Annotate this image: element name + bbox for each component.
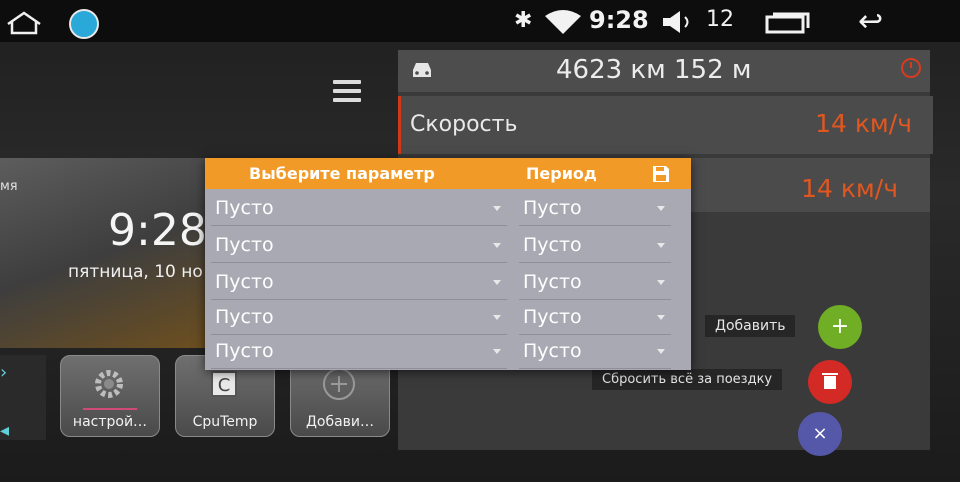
- period-select-value: Пусто: [523, 271, 582, 293]
- parameter-select[interactable]: Пусто: [211, 338, 507, 369]
- speed-value-2: 14 км/ч: [801, 174, 898, 203]
- period-select[interactable]: Пусто: [519, 269, 671, 300]
- period-select-value: Пусто: [523, 340, 582, 362]
- home-icon[interactable]: [4, 10, 44, 36]
- parameter-select-value: Пусто: [215, 234, 274, 256]
- dropdown-caret-icon: [493, 315, 501, 320]
- dropdown-caret-icon: [657, 280, 665, 285]
- parameter-select-value: Пусто: [215, 306, 274, 328]
- dropdown-caret-icon: [493, 243, 501, 248]
- dialog-row: Пусто Пусто: [205, 304, 691, 340]
- app-icon[interactable]: [69, 9, 99, 39]
- period-select[interactable]: Пусто: [519, 232, 671, 263]
- bluetooth-icon: ✱: [514, 8, 533, 33]
- dialog-row: Пусто Пусто: [205, 232, 691, 268]
- app-tile-label: CpuTemp: [192, 414, 258, 430]
- parameter-select-value: Пусто: [215, 271, 274, 293]
- dropdown-caret-icon: [493, 206, 501, 211]
- add-button[interactable]: +: [818, 305, 862, 349]
- select-parameter-dialog: Выберите параметр Период Пусто Пусто Пус…: [205, 158, 691, 370]
- period-select[interactable]: Пусто: [519, 195, 671, 226]
- period-select-value: Пусто: [523, 197, 582, 219]
- dropdown-caret-icon: [493, 349, 501, 354]
- dropdown-caret-icon: [657, 243, 665, 248]
- close-button[interactable]: ×: [798, 412, 842, 456]
- dialog-row: Пусто Пусто: [205, 338, 691, 374]
- car-icon: [413, 63, 431, 77]
- app-tile-label: настрой…: [72, 414, 148, 430]
- parameter-select[interactable]: Пусто: [211, 269, 507, 300]
- period-select-value: Пусто: [523, 306, 582, 328]
- menu-icon[interactable]: [333, 80, 361, 102]
- volume-level: 12: [706, 7, 734, 32]
- dialog-row: Пусто Пусто: [205, 269, 691, 305]
- save-icon[interactable]: [652, 165, 670, 183]
- head-unit-screen: ✱ 9:28 12 ↩ мя 9:28 пятница, 10 но › ◂ н…: [0, 0, 960, 482]
- status-clock: 9:28: [589, 6, 649, 34]
- parameter-select[interactable]: Пусто: [211, 195, 507, 226]
- dialog-row: Пусто Пусто: [205, 195, 691, 231]
- recent-apps-icon[interactable]: [764, 9, 814, 35]
- period-select-value: Пусто: [523, 234, 582, 256]
- volume-icon[interactable]: [660, 9, 694, 35]
- back-icon[interactable]: ↩: [858, 4, 883, 39]
- parameter-select[interactable]: Пусто: [211, 304, 507, 335]
- trip-distance: 4623 км 152 м: [556, 55, 752, 85]
- parameter-select[interactable]: Пусто: [211, 232, 507, 263]
- clock-widget-label: мя: [0, 179, 18, 194]
- parameter-select-value: Пусто: [215, 197, 274, 219]
- period-select[interactable]: Пусто: [519, 304, 671, 335]
- arrow-left-icon: ◂: [0, 420, 10, 441]
- app-tile-underline: [83, 408, 137, 410]
- clock-widget-date: пятница, 10 но: [68, 262, 203, 282]
- speed-label: Скорость: [410, 112, 518, 137]
- dropdown-caret-icon: [493, 280, 501, 285]
- speed-value: 14 км/ч: [815, 109, 912, 138]
- svg-text:C: C: [218, 375, 231, 396]
- dropdown-caret-icon: [657, 206, 665, 211]
- arrow-icon: ›: [0, 362, 8, 383]
- app-tile-label: Добави…: [305, 414, 375, 430]
- dialog-period-header: Период: [526, 164, 597, 183]
- dialog-title: Выберите параметр: [249, 164, 435, 183]
- app-tile-settings[interactable]: настрой…: [60, 355, 160, 437]
- dialog-header: Выберите параметр Период: [205, 158, 691, 189]
- trash-icon: [822, 373, 838, 389]
- gear-icon: [95, 370, 123, 398]
- clock-widget-time: 9:28: [108, 205, 207, 256]
- stop-icon[interactable]: [900, 57, 922, 79]
- dropdown-caret-icon: [657, 315, 665, 320]
- reset-trip-button[interactable]: [808, 360, 852, 404]
- wifi-icon: [545, 10, 581, 34]
- parameter-select-value: Пусто: [215, 340, 274, 362]
- add-label: Добавить: [705, 315, 796, 337]
- period-select[interactable]: Пусто: [519, 338, 671, 369]
- status-bar: ✱ 9:28 12 ↩: [0, 0, 960, 42]
- dropdown-caret-icon: [657, 349, 665, 354]
